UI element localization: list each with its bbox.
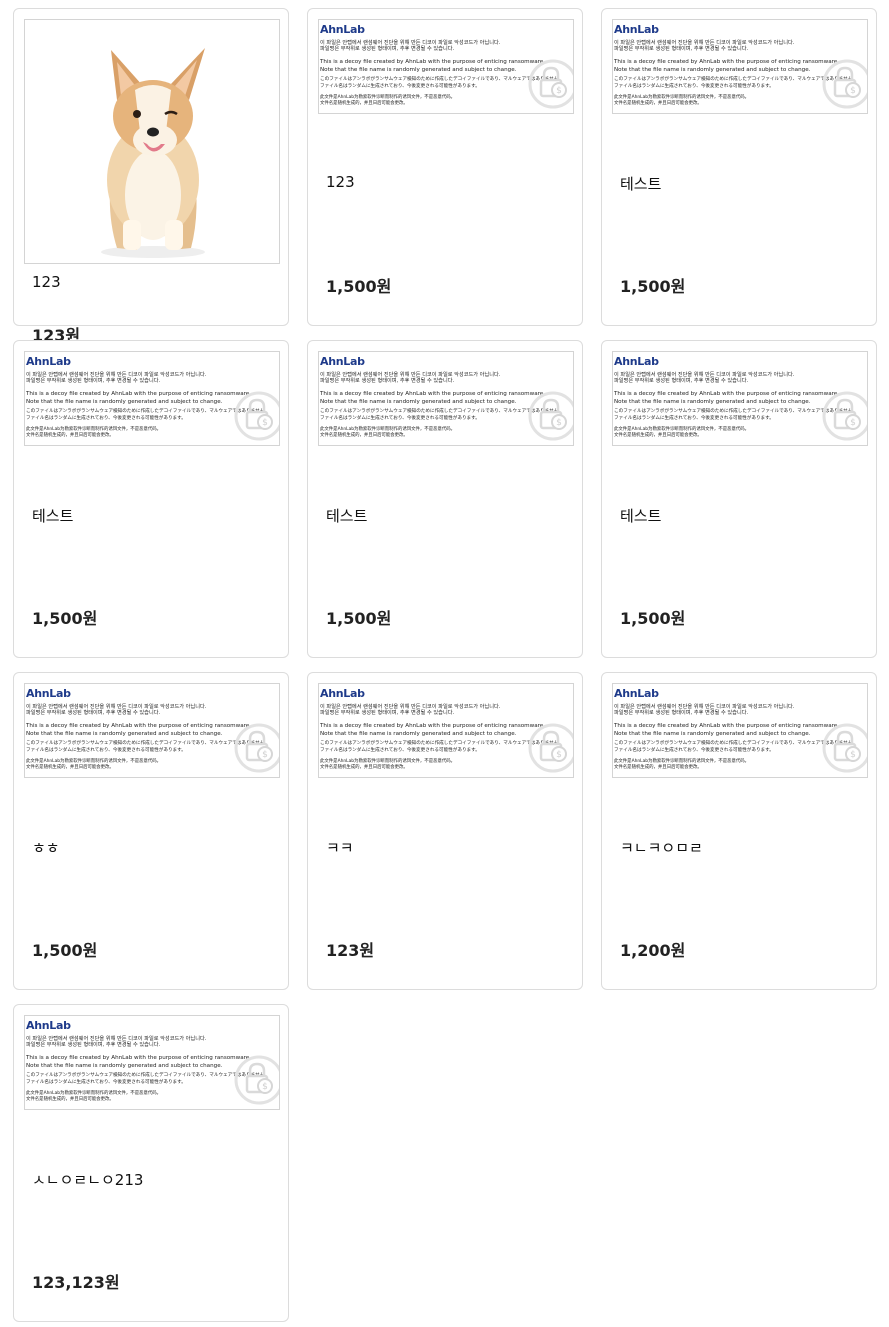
product-card[interactable]: AhnLab 이 파일은 안랩에서 랜섬웨어 진단을 위해 만든 디코이 파일로… xyxy=(307,340,583,658)
svg-text:$: $ xyxy=(850,418,856,428)
product-name[interactable]: 테스트 xyxy=(620,505,661,526)
svg-text:$: $ xyxy=(556,750,562,760)
lock-dollar-icon: $ xyxy=(822,59,867,109)
product-price: 1,500원 xyxy=(326,609,392,628)
decoy-text-en: This is a decoy file created by AhnLab w… xyxy=(614,59,840,73)
decoy-text-zh: 此文件是AhnLab为勒索软件诊断而制作的诱饵文件，不是恶意代码。 文件名是随机生… xyxy=(320,427,456,438)
svg-text:$: $ xyxy=(262,1082,268,1092)
product-card[interactable]: AhnLab 이 파일은 안랩에서 랜섬웨어 진단을 위해 만든 디코이 파일로… xyxy=(13,672,289,990)
lock-dollar-icon: $ xyxy=(822,723,867,773)
ahnlab-logo: AhnLab xyxy=(26,687,71,700)
product-card[interactable]: AhnLab 이 파일은 안랩에서 랜섬웨어 진단을 위해 만든 디코이 파일로… xyxy=(601,340,877,658)
product-name[interactable]: 테스트 xyxy=(326,505,367,526)
decoy-text-zh: 此文件是AhnLab为勒索软件诊断而制作的诱饵文件，不是恶意代码。 文件名是随机生… xyxy=(26,1091,162,1102)
ahnlab-logo: AhnLab xyxy=(26,1019,71,1032)
product-card[interactable]: AhnLab 이 파일은 안랩에서 랜섬웨어 진단을 위해 만든 디코이 파일로… xyxy=(601,8,877,326)
decoy-text-ko: 이 파일은 안랩에서 랜섬웨어 진단을 위해 만든 디코이 파일로 악성코드가 … xyxy=(614,372,795,385)
product-card[interactable]: AhnLab 이 파일은 안랩에서 랜섬웨어 진단을 위해 만든 디코이 파일로… xyxy=(307,672,583,990)
product-image[interactable] xyxy=(24,19,280,264)
ahnlab-logo: AhnLab xyxy=(320,687,365,700)
decoy-text-en: This is a decoy file created by AhnLab w… xyxy=(26,1055,252,1069)
ahnlab-logo: AhnLab xyxy=(614,687,659,700)
product-price: 1,500원 xyxy=(620,277,686,296)
product-price: 1,500원 xyxy=(326,277,392,296)
product-image[interactable]: AhnLab 이 파일은 안랩에서 랜섬웨어 진단을 위해 만든 디코이 파일로… xyxy=(318,351,574,446)
decoy-text-en: This is a decoy file created by AhnLab w… xyxy=(614,723,840,737)
product-image[interactable]: AhnLab 이 파일은 안랩에서 랜섬웨어 진단을 위해 만든 디코이 파일로… xyxy=(24,351,280,446)
decoy-text-en: This is a decoy file created by AhnLab w… xyxy=(320,723,546,737)
decoy-text-zh: 此文件是AhnLab为勒索软件诊断而制作的诱饵文件，不是恶意代码。 文件名是随机生… xyxy=(320,759,456,770)
decoy-text-zh: 此文件是AhnLab为勒索软件诊断而制作的诱饵文件，不是恶意代码。 文件名是随机生… xyxy=(320,95,456,106)
decoy-text-zh: 此文件是AhnLab为勒索软件诊断而制作的诱饵文件，不是恶意代码。 文件名是随机生… xyxy=(26,759,162,770)
product-name[interactable]: 123 xyxy=(326,173,355,191)
lock-dollar-icon: $ xyxy=(528,59,573,109)
decoy-text-ko: 이 파일은 안랩에서 랜섬웨어 진단을 위해 만든 디코이 파일로 악성코드가 … xyxy=(320,372,501,385)
product-image[interactable]: AhnLab 이 파일은 안랩에서 랜섬웨어 진단을 위해 만든 디코이 파일로… xyxy=(612,683,868,778)
product-name[interactable]: 123 xyxy=(32,273,61,291)
decoy-text-ko: 이 파일은 안랩에서 랜섬웨어 진단을 위해 만든 디코이 파일로 악성코드가 … xyxy=(614,40,795,53)
svg-text:$: $ xyxy=(850,750,856,760)
ahnlab-logo: AhnLab xyxy=(614,355,659,368)
product-image[interactable]: AhnLab 이 파일은 안랩에서 랜섬웨어 진단을 위해 만든 디코이 파일로… xyxy=(318,19,574,114)
lock-dollar-icon: $ xyxy=(234,723,279,773)
corgi-photo-icon xyxy=(101,48,205,258)
ahnlab-logo: AhnLab xyxy=(320,355,365,368)
product-image[interactable]: AhnLab 이 파일은 안랩에서 랜섬웨어 진단을 위해 만든 디코이 파일로… xyxy=(24,683,280,778)
product-name[interactable]: ㅎㅎ xyxy=(32,837,60,858)
decoy-text-en: This is a decoy file created by AhnLab w… xyxy=(614,391,840,405)
decoy-text-ko: 이 파일은 안랩에서 랜섬웨어 진단을 위해 만든 디코이 파일로 악성코드가 … xyxy=(614,704,795,717)
decoy-text-ko: 이 파일은 안랩에서 랜섬웨어 진단을 위해 만든 디코이 파일로 악성코드가 … xyxy=(320,704,501,717)
product-name[interactable]: 테스트 xyxy=(32,505,73,526)
product-price: 1,200원 xyxy=(620,941,686,960)
svg-text:$: $ xyxy=(262,418,268,428)
decoy-text-ko: 이 파일은 안랩에서 랜섬웨어 진단을 위해 만든 디코이 파일로 악성코드가 … xyxy=(26,1036,207,1049)
product-card[interactable]: AhnLab 이 파일은 안랩에서 랜섬웨어 진단을 위해 만든 디코이 파일로… xyxy=(13,340,289,658)
decoy-text-ko: 이 파일은 안랩에서 랜섬웨어 진단을 위해 만든 디코이 파일로 악성코드가 … xyxy=(320,40,501,53)
product-image[interactable]: AhnLab 이 파일은 안랩에서 랜섬웨어 진단을 위해 만든 디코이 파일로… xyxy=(318,683,574,778)
ahnlab-logo: AhnLab xyxy=(26,355,71,368)
decoy-text-zh: 此文件是AhnLab为勒索软件诊断而制作的诱饵文件，不是恶意代码。 文件名是随机生… xyxy=(614,759,750,770)
svg-text:$: $ xyxy=(850,86,856,96)
ahnlab-logo: AhnLab xyxy=(320,23,365,36)
product-price: 123,123원 xyxy=(32,1273,120,1292)
decoy-text-zh: 此文件是AhnLab为勒索软件诊断而制作的诱饵文件，不是恶意代码。 文件名是随机生… xyxy=(614,427,750,438)
product-name[interactable]: ㅅㄴㅇㄹㄴㅇ213 xyxy=(32,1169,143,1190)
decoy-text-zh: 此文件是AhnLab为勒索软件诊断而制作的诱饵文件，不是恶意代码。 文件名是随机生… xyxy=(26,427,162,438)
product-image[interactable]: AhnLab 이 파일은 안랩에서 랜섬웨어 진단을 위해 만든 디코이 파일로… xyxy=(612,19,868,114)
ahnlab-logo: AhnLab xyxy=(614,23,659,36)
svg-text:$: $ xyxy=(556,418,562,428)
lock-dollar-icon: $ xyxy=(234,391,279,441)
product-name[interactable]: 테스트 xyxy=(620,173,661,194)
decoy-text-zh: 此文件是AhnLab为勒索软件诊断而制作的诱饵文件，不是恶意代码。 文件名是随机生… xyxy=(614,95,750,106)
product-card[interactable]: AhnLab 이 파일은 안랩에서 랜섬웨어 진단을 위해 만든 디코이 파일로… xyxy=(601,672,877,990)
lock-dollar-icon: $ xyxy=(822,391,867,441)
svg-text:$: $ xyxy=(556,86,562,96)
product-card[interactable]: 123 123원 xyxy=(13,8,289,345)
decoy-text-ko: 이 파일은 안랩에서 랜섬웨어 진단을 위해 만든 디코이 파일로 악성코드가 … xyxy=(26,372,207,385)
lock-dollar-icon: $ xyxy=(528,391,573,441)
decoy-text-ko: 이 파일은 안랩에서 랜섬웨어 진단을 위해 만든 디코이 파일로 악성코드가 … xyxy=(26,704,207,717)
product-price: 1,500원 xyxy=(620,609,686,628)
decoy-text-en: This is a decoy file created by AhnLab w… xyxy=(26,723,252,737)
product-card[interactable]: AhnLab 이 파일은 안랩에서 랜섬웨어 진단을 위해 만든 디코이 파일로… xyxy=(307,8,583,326)
product-image[interactable]: AhnLab 이 파일은 안랩에서 랜섬웨어 진단을 위해 만든 디코이 파일로… xyxy=(24,1015,280,1110)
product-name[interactable]: ㅋㅋ xyxy=(326,837,354,858)
decoy-text-en: This is a decoy file created by AhnLab w… xyxy=(320,391,546,405)
svg-text:$: $ xyxy=(262,750,268,760)
lock-dollar-icon: $ xyxy=(234,1055,279,1105)
product-price: 1,500원 xyxy=(32,941,98,960)
product-price: 1,500원 xyxy=(32,609,98,628)
product-price: 123원 xyxy=(326,941,375,960)
decoy-text-en: This is a decoy file created by AhnLab w… xyxy=(320,59,546,73)
product-name[interactable]: ㅋㄴㅋㅇㅁㄹ xyxy=(620,837,703,858)
product-image[interactable]: AhnLab 이 파일은 안랩에서 랜섬웨어 진단을 위해 만든 디코이 파일로… xyxy=(612,351,868,446)
product-card[interactable]: AhnLab 이 파일은 안랩에서 랜섬웨어 진단을 위해 만든 디코이 파일로… xyxy=(13,1004,289,1322)
decoy-text-en: This is a decoy file created by AhnLab w… xyxy=(26,391,252,405)
lock-dollar-icon: $ xyxy=(528,723,573,773)
